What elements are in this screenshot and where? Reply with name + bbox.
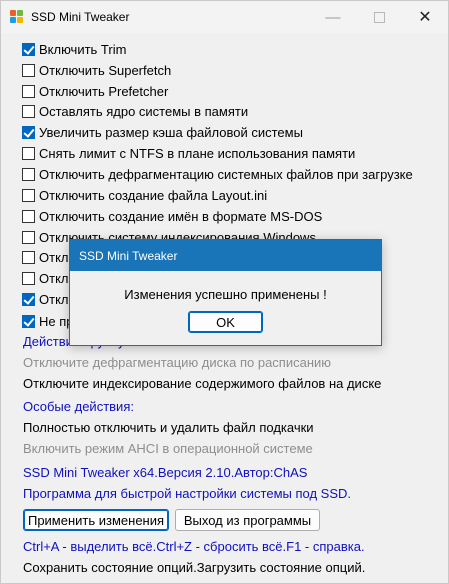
exit-button[interactable]: Выход из программы (175, 509, 320, 531)
checkbox-unchecked[interactable] (22, 84, 35, 98)
checkbox-unchecked[interactable] (22, 188, 35, 202)
option-row[interactable]: Отключить Superfetch (22, 60, 171, 80)
close-button[interactable]: ✕ (402, 1, 448, 33)
checkbox-unchecked[interactable] (22, 167, 35, 181)
message-dialog: SSD Mini Tweaker Изменения успешно приме… (69, 239, 382, 346)
option-label: Откл (39, 249, 69, 265)
state-options-links[interactable]: Сохранить состояние опций.Загрузить сост… (23, 560, 365, 575)
hotkeys-hint: Ctrl+A - выделить всё.Ctrl+Z - сбросить … (23, 539, 365, 554)
dialog-message: Изменения успешно применены ! (124, 287, 327, 302)
minimize-button[interactable]: — (310, 1, 356, 33)
dialog-title-bar: SSD Mini Tweaker (70, 240, 381, 271)
option-row[interactable]: Откл (22, 268, 69, 288)
checkbox-checked[interactable] (22, 314, 35, 328)
version-label: SSD Mini Tweaker x64.Версия 2.10.Автор:C… (23, 465, 308, 480)
manual-action-defrag-schedule[interactable]: Отключите дефрагментацию диска по распис… (23, 355, 331, 370)
option-row[interactable]: Откл (22, 247, 69, 267)
title-bar[interactable]: SSD Mini Tweaker — ✕ (1, 1, 448, 33)
option-label: Отключить Superfetch (39, 62, 172, 78)
option-row[interactable]: Отключить дефрагментацию системных файло… (22, 164, 413, 184)
option-label: Отключить создание имён в формате MS-DOS (39, 208, 323, 224)
special-actions-header: Особые действия: (23, 399, 134, 414)
checkbox-unchecked[interactable] (22, 230, 35, 244)
option-label: Отключить Prefetcher (39, 83, 169, 99)
option-label: Снять лимит с NTFS в плане использования… (39, 145, 356, 161)
special-action-ahci[interactable]: Включить режим AHCI в операционной систе… (23, 441, 313, 456)
option-label: Откл (39, 270, 69, 286)
checkbox-checked[interactable] (22, 125, 35, 139)
dialog-title: SSD Mini Tweaker (79, 249, 178, 263)
manual-action-indexing[interactable]: Отключите индексирование содержимого фай… (23, 376, 381, 391)
special-action-pagefile[interactable]: Полностью отключить и удалить файл подка… (23, 420, 314, 435)
window-title: SSD Mini Tweaker (31, 10, 130, 24)
option-row[interactable]: Снять лимит с NTFS в плане использования… (22, 143, 355, 163)
option-label: Откл (39, 291, 69, 307)
maximize-button[interactable] (356, 1, 402, 33)
description-label: Программа для быстрой настройки системы … (23, 486, 351, 501)
apply-button[interactable]: Применить изменения (23, 509, 169, 531)
option-label: Отключить дефрагментацию системных файло… (39, 166, 413, 182)
option-label: Увеличить размер кэша файловой системы (39, 124, 303, 140)
checkbox-unchecked[interactable] (22, 146, 35, 160)
checkbox-unchecked[interactable] (22, 250, 35, 264)
checkbox-unchecked[interactable] (22, 209, 35, 223)
option-row[interactable]: Отключить Prefetcher (22, 81, 168, 101)
option-row[interactable]: Отключить создание имён в формате MS-DOS (22, 206, 322, 226)
option-label: Включить Trim (39, 41, 127, 57)
checkbox-unchecked[interactable] (22, 271, 35, 285)
option-label: Оставлять ядро системы в памяти (39, 103, 249, 119)
main-window: SSD Mini Tweaker — ✕ Включить Trim Отключ… (0, 0, 449, 584)
option-row[interactable]: Отключить создание файла Layout.ini (22, 185, 267, 205)
maximize-icon (373, 11, 385, 23)
option-row[interactable]: Не пр (22, 311, 74, 331)
ok-button[interactable]: OK (188, 311, 263, 333)
app-icon (10, 10, 24, 24)
option-row[interactable]: Оставлять ядро системы в памяти (22, 101, 248, 121)
checkbox-checked[interactable] (22, 42, 35, 56)
option-row[interactable]: Увеличить размер кэша файловой системы (22, 122, 303, 142)
checkbox-unchecked[interactable] (22, 104, 35, 118)
checkbox-checked[interactable] (22, 292, 35, 306)
option-row[interactable]: Откл (22, 289, 69, 309)
option-label: Отключить создание файла Layout.ini (39, 187, 268, 203)
checkbox-unchecked[interactable] (22, 63, 35, 77)
option-row[interactable]: Включить Trim (22, 39, 126, 59)
